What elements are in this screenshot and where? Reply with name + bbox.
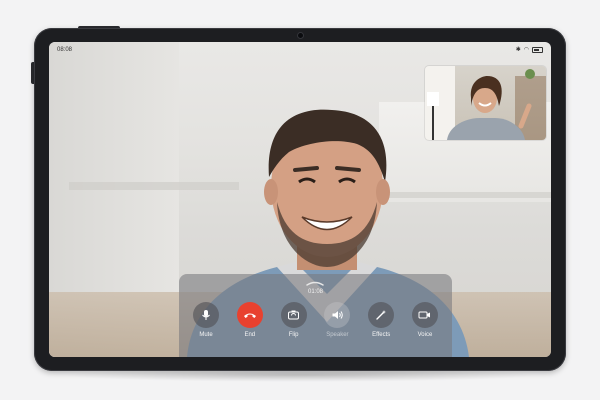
speaker-button[interactable]: Speaker: [320, 302, 354, 338]
device-stage: 08:08 ✱ ◠ 01:08 Mute End Flip Speaker Ef…: [0, 0, 600, 400]
tablet-frame: 08:08 ✱ ◠ 01:08 Mute End Flip Speaker Ef…: [34, 28, 566, 371]
voice-label: Voice: [417, 332, 433, 338]
effects-label: Effects: [372, 332, 391, 338]
call-controls-panel: 01:08 Mute End Flip Speaker Effects Voic…: [179, 274, 452, 357]
speaker-icon: [324, 302, 351, 328]
battery-icon: [532, 46, 543, 53]
call-duration: 01:08: [307, 289, 323, 295]
flip-label: Flip: [288, 332, 299, 338]
call-buttons: Mute End Flip Speaker Effects Voice: [179, 302, 452, 338]
end-call-button[interactable]: End: [233, 302, 267, 338]
speaker-label: Speaker: [326, 332, 349, 338]
video-call-screen: 08:08 ✱ ◠ 01:08 Mute End Flip Speaker Ef…: [49, 42, 551, 357]
mute-button[interactable]: Mute: [189, 302, 223, 338]
magic-wand-icon: [368, 302, 395, 328]
self-view-video: [425, 66, 546, 140]
status-bar-icons: ✱ ◠: [516, 46, 543, 53]
status-bar-time: 08:08: [57, 47, 73, 53]
self-view-pip[interactable]: [425, 66, 546, 140]
panel-collapse-handle[interactable]: [305, 280, 325, 286]
effects-button[interactable]: Effects: [364, 302, 398, 338]
bluetooth-icon: ✱: [515, 47, 521, 53]
flip-camera-button[interactable]: Flip: [277, 302, 311, 338]
front-camera: [298, 33, 303, 38]
flip-camera-icon: [280, 302, 307, 328]
voice-button[interactable]: Voice: [408, 302, 442, 338]
microphone-icon: [193, 302, 219, 328]
hang-up-icon: [236, 302, 263, 328]
mute-label: Mute: [199, 332, 213, 338]
wifi-icon: ◠: [523, 47, 529, 53]
end-label: End: [244, 332, 256, 338]
voice-call-icon: [411, 302, 438, 328]
